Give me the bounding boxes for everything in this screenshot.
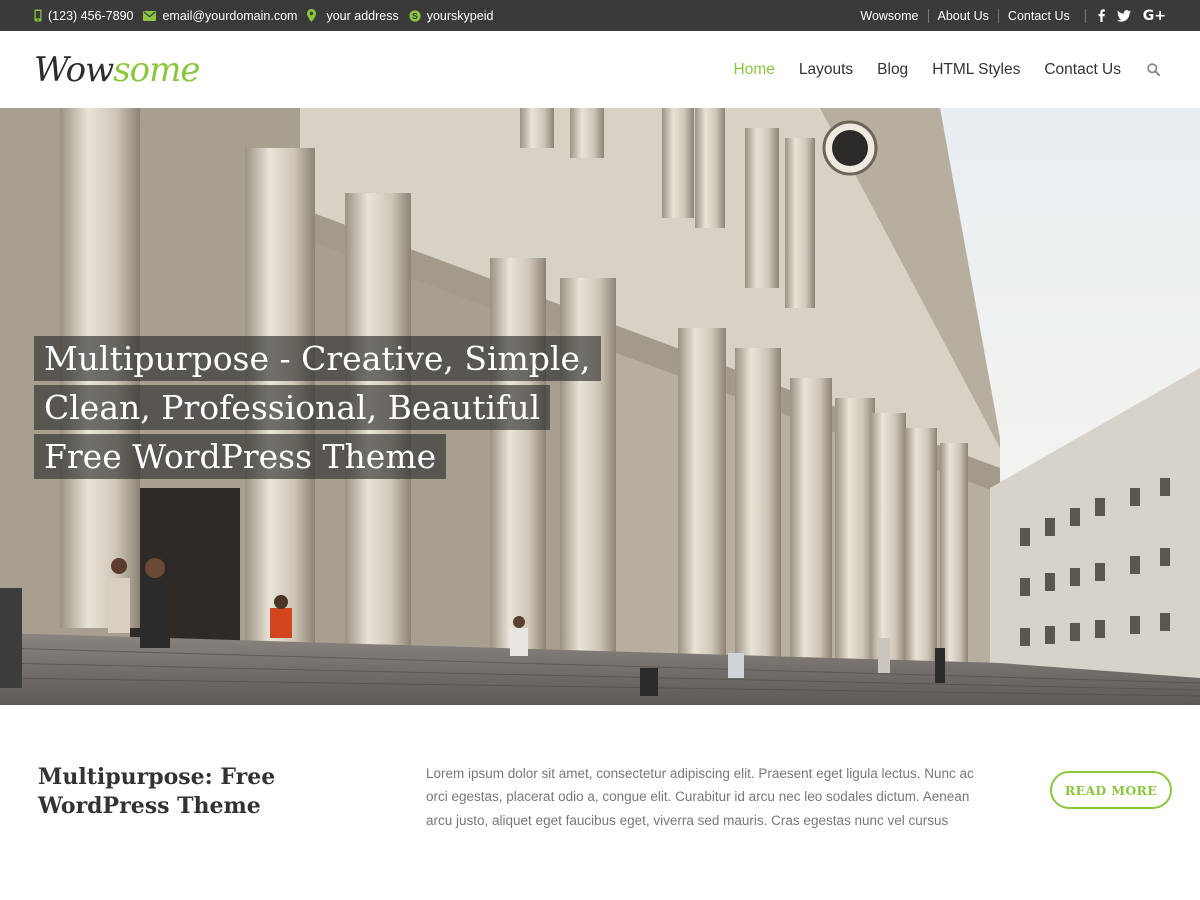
- address-item: your address: [307, 8, 399, 23]
- top-link-contact-us[interactable]: Contact Us: [999, 9, 1079, 23]
- site-header: Wowsome Home Layouts Blog HTML Styles Co…: [0, 31, 1200, 108]
- intro-heading: Multipurpose: Free WordPress Theme: [38, 764, 276, 819]
- top-links: Wowsome About Us Contact Us G+: [851, 8, 1166, 24]
- nav-item-home[interactable]: Home: [734, 61, 775, 79]
- email-address[interactable]: email@yourdomain.com: [162, 9, 297, 23]
- top-link-wowsome[interactable]: Wowsome: [851, 8, 929, 23]
- hero-banner: Multipurpose - Creative, Simple, Clean, …: [0, 108, 1200, 705]
- social-links: G+: [1084, 8, 1166, 24]
- phone-item: (123) 456-7890: [34, 9, 133, 23]
- svg-text:S: S: [412, 11, 418, 21]
- nav-item-html-styles[interactable]: HTML Styles: [932, 61, 1020, 79]
- site-logo[interactable]: Wowsome: [34, 49, 201, 90]
- hero-title: Multipurpose - Creative, Simple, Clean, …: [34, 336, 601, 483]
- read-more-button[interactable]: READ MORE: [1050, 771, 1172, 809]
- logo-part-1: Wow: [34, 49, 114, 90]
- map-marker-icon: [307, 9, 317, 22]
- intro-body: Lorem ipsum dolor sit amet, consectetur …: [426, 766, 974, 828]
- facebook-icon[interactable]: [1098, 9, 1105, 22]
- search-icon[interactable]: [1147, 63, 1160, 76]
- address-text: your address: [326, 8, 399, 23]
- mobile-phone-icon: [34, 9, 42, 22]
- nav-item-layouts[interactable]: Layouts: [799, 61, 853, 79]
- email-item[interactable]: email@yourdomain.com: [143, 9, 297, 23]
- skype-id: yourskypeid: [426, 8, 494, 23]
- skype-item: S yourskypeid: [409, 8, 494, 23]
- logo-part-2: some: [113, 49, 200, 90]
- top-link-about-us[interactable]: About Us: [929, 8, 999, 23]
- skype-icon: S: [409, 9, 421, 22]
- main-nav: Home Layouts Blog HTML Styles Contact Us: [734, 61, 1160, 79]
- top-bar: (123) 456-7890 email@yourdomain.com your…: [0, 0, 1200, 31]
- twitter-icon[interactable]: [1116, 9, 1131, 22]
- hero-title-line-2: Clean, Professional, Beautiful: [34, 385, 551, 430]
- hero-title-line-1: Multipurpose - Creative, Simple,: [34, 336, 601, 381]
- intro-section: Multipurpose: Free WordPress Theme Lorem…: [0, 705, 1200, 900]
- contact-info: (123) 456-7890 email@yourdomain.com your…: [34, 9, 493, 23]
- nav-item-blog[interactable]: Blog: [877, 61, 908, 79]
- hero-title-line-3: Free WordPress Theme: [34, 434, 447, 479]
- phone-number: (123) 456-7890: [48, 8, 134, 23]
- nav-item-contact-us[interactable]: Contact Us: [1044, 61, 1121, 79]
- google-plus-icon[interactable]: G+: [1143, 8, 1166, 24]
- envelope-icon: [143, 10, 157, 21]
